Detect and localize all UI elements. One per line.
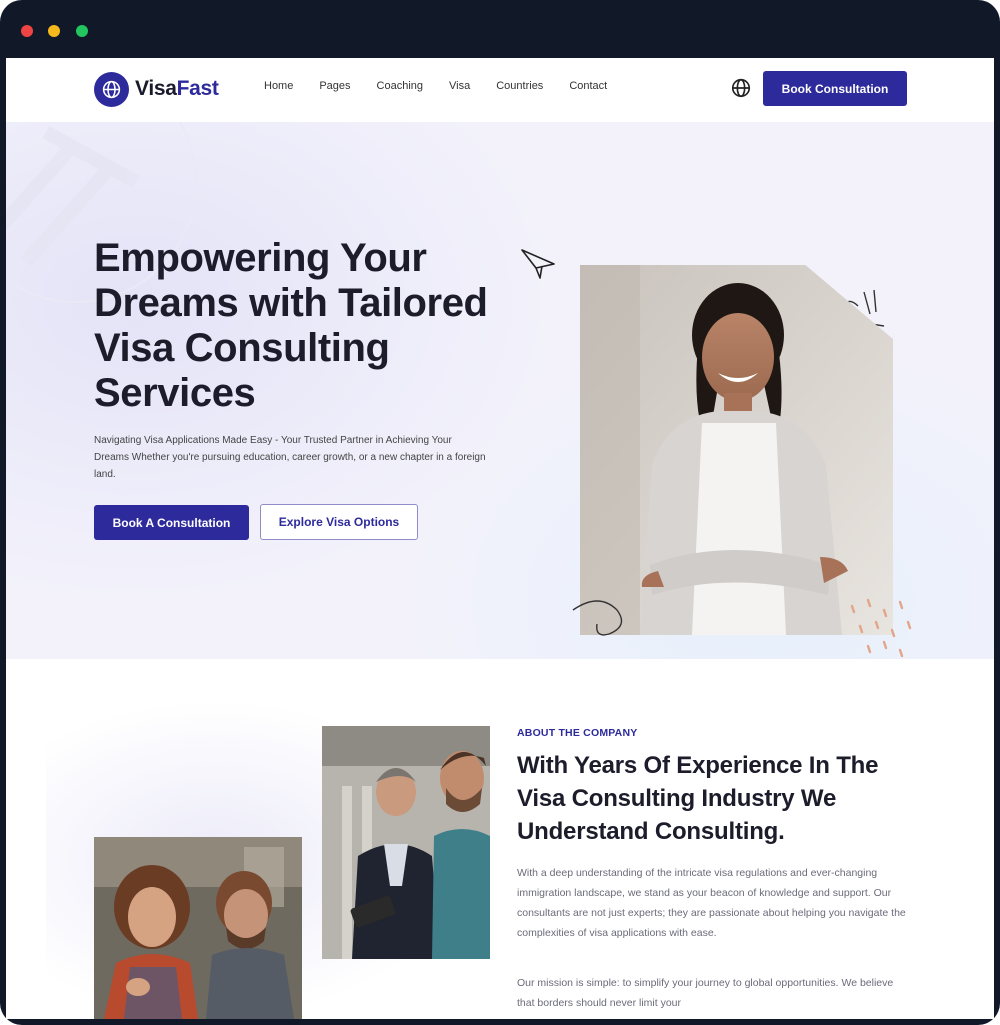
nav-link-coaching[interactable]: Coaching [377,80,423,92]
team-photo [322,726,490,959]
maximize-window-button[interactable] [76,25,88,37]
nav-link-contact[interactable]: Contact [569,80,607,92]
about-paragraph-1: With a deep understanding of the intrica… [517,867,906,939]
globe-logo-icon [94,71,129,107]
site-logo[interactable]: VisaFast [94,71,219,107]
browser-window: VisaFast Home Pages Coaching Visa Countr… [0,0,1000,1025]
window-titlebar [0,0,1000,58]
consultant-photo [580,265,893,635]
paper-plane-icon [520,248,556,285]
nav-link-pages[interactable]: Pages [319,80,350,92]
hero-title: Empowering Your Dreams with Tailored Vis… [94,236,488,415]
site-header: VisaFast Home Pages Coaching Visa Countr… [6,58,994,122]
hero-section: Empowering Your Dreams with Tailored Vis… [6,122,994,659]
page-viewport: VisaFast Home Pages Coaching Visa Countr… [6,58,994,1019]
about-paragraph-2: Our mission is simple: to simplify your … [517,977,894,1009]
book-a-consultation-button[interactable]: Book A Consultation [94,505,249,540]
nav-link-visa[interactable]: Visa [449,80,470,92]
globe-icon[interactable] [730,77,752,99]
main-nav: Home Pages Coaching Visa Countries Conta… [264,80,633,92]
about-eyebrow: ABOUT THE COMPANY [517,727,638,739]
explore-visa-options-button[interactable]: Explore Visa Options [260,504,418,540]
book-consultation-button[interactable]: Book Consultation [763,71,907,106]
hero-description: Navigating Visa Applications Made Easy -… [94,435,486,480]
swirl-decoration [572,600,623,636]
minimize-window-button[interactable] [48,25,60,37]
meeting-photo [94,837,302,1019]
about-title: With Years Of Experience In The Visa Con… [517,752,879,845]
close-window-button[interactable] [21,25,33,37]
logo-text: VisaFast [135,77,219,101]
nav-link-home[interactable]: Home [264,80,293,92]
nav-link-countries[interactable]: Countries [496,80,543,92]
logo-text-suffix: Fast [176,77,219,100]
logo-text-prefix: Visa [135,77,177,100]
about-section: ABOUT THE COMPANY With Years Of Experien… [6,659,994,1019]
